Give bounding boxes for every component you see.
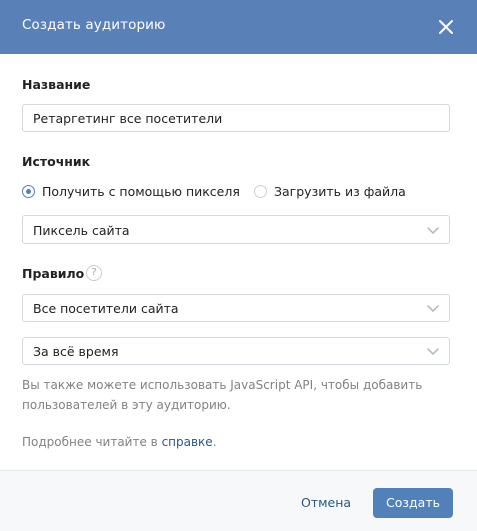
help-note-prefix: Подробнее читайте в xyxy=(22,435,162,449)
create-audience-dialog: Создать аудиторию Название Ретаргетинг в… xyxy=(0,0,477,531)
visitors-select[interactable]: Все посетители сайта xyxy=(22,294,450,322)
chevron-down-icon xyxy=(427,227,439,235)
help-note-suffix: . xyxy=(212,435,217,449)
dialog-header: Создать аудиторию xyxy=(0,0,477,54)
radio-checked-icon xyxy=(22,185,35,198)
period-select[interactable]: За всё время xyxy=(22,337,450,365)
api-note-line2: пользователей в эту аудиторию. xyxy=(22,398,231,412)
rule-label: Правило xyxy=(22,266,85,281)
name-label: Название xyxy=(22,77,91,92)
source-label: Источник xyxy=(22,154,91,169)
api-note-line1: Вы также можете использовать JavaScript … xyxy=(22,378,423,392)
api-note: Вы также можете использовать JavaScript … xyxy=(22,375,422,415)
help-link[interactable]: справке xyxy=(162,435,213,449)
chevron-down-icon xyxy=(427,305,439,313)
name-input[interactable]: Ретаргетинг все посетители xyxy=(22,104,450,132)
dialog-title: Создать аудиторию xyxy=(22,17,166,33)
question-icon[interactable]: ? xyxy=(86,265,102,281)
pixel-select-value: Пиксель сайта xyxy=(33,223,130,238)
dialog-footer: Отмена Создать xyxy=(0,470,477,531)
pixel-select[interactable]: Пиксель сайта xyxy=(22,215,450,244)
name-input-value: Ретаргетинг все посетители xyxy=(33,111,223,126)
create-button[interactable]: Создать xyxy=(373,488,453,518)
cancel-button[interactable]: Отмена xyxy=(301,495,351,510)
source-radio-pixel-label: Получить с помощью пикселя xyxy=(42,184,240,199)
radio-unchecked-icon xyxy=(254,185,267,198)
help-note: Подробнее читайте в справке. xyxy=(22,432,217,452)
visitors-select-value: Все посетители сайта xyxy=(33,301,179,316)
close-icon[interactable] xyxy=(436,17,456,37)
chevron-down-icon xyxy=(427,348,439,356)
period-select-value: За всё время xyxy=(33,344,119,359)
source-radio-file-label: Загрузить из файла xyxy=(274,184,406,199)
